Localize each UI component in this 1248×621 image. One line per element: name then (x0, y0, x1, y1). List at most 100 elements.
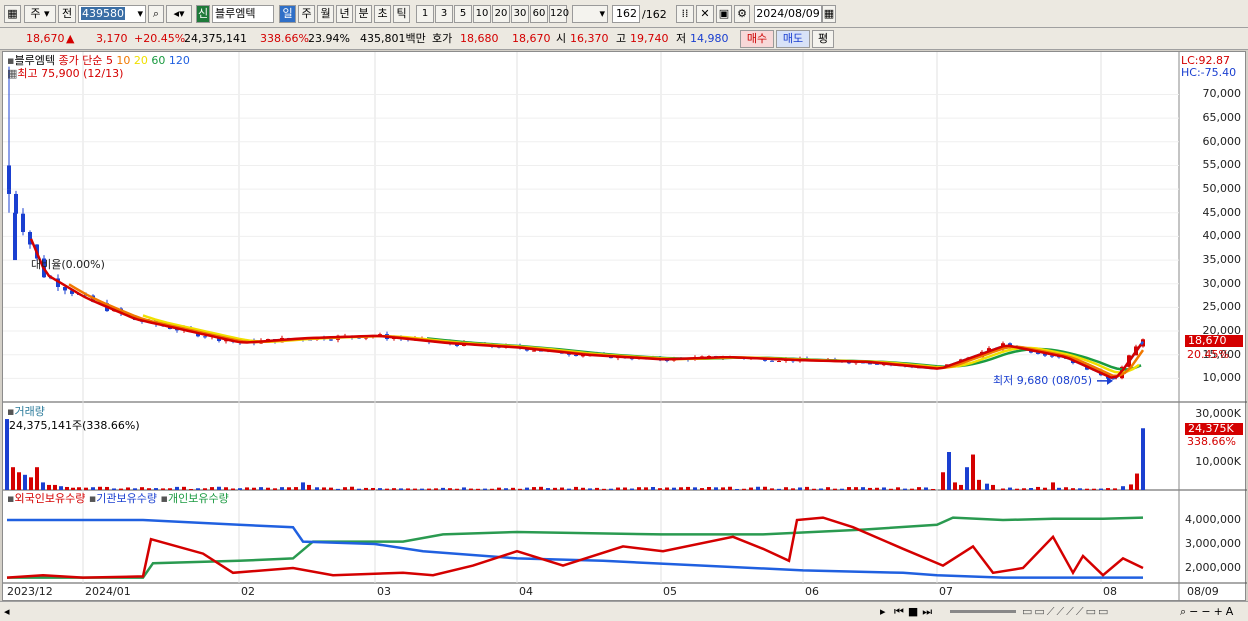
low-label: 저 (676, 32, 687, 45)
volume-bar (644, 487, 648, 490)
interval-button-30[interactable]: 30 (511, 5, 529, 23)
scroll-left-icon[interactable]: ◂ (4, 605, 10, 618)
calendar-icon[interactable]: ▦ (822, 5, 836, 23)
volume-bar (749, 487, 753, 490)
holdings-tick: 3,000,000 (1185, 537, 1241, 550)
volume-bar (623, 487, 627, 490)
volume-bar (700, 488, 704, 490)
grid-icon[interactable]: ⁞⁞ (676, 5, 694, 23)
interval-button-120[interactable]: 120 (549, 5, 569, 23)
period-tab-0[interactable]: 일 (279, 5, 296, 23)
holdings-legend: ▪외국인보유수량 ▪기관보유수량 ▪개인보유수량 (7, 492, 229, 505)
date-input[interactable]: 2024/08/09 (754, 5, 822, 23)
settings-icon[interactable]: ⚙ (734, 5, 750, 23)
speaker-icon[interactable]: ◂▾ (166, 5, 192, 23)
volume-bar (17, 472, 21, 490)
candle-body (532, 350, 536, 352)
volume-bar (595, 487, 599, 490)
prev-button[interactable]: 전 (58, 5, 76, 23)
scroll-right-icon[interactable]: ▸ (880, 605, 886, 618)
zoom-controls[interactable]: ⌕−−+A (1180, 605, 1236, 618)
hoga-label: 호가 (432, 32, 453, 45)
count-input[interactable]: 162 (612, 5, 640, 23)
volume-bar (210, 487, 214, 490)
volume-bar (840, 488, 844, 490)
period-tab-4[interactable]: 분 (355, 5, 372, 23)
scroll-bar[interactable]: ◂ ▸ ⏮■⏭ ▭▭⟋⟋⟋⟋▭▭ ⌕−−+A (0, 601, 1248, 621)
period-tab-3[interactable]: 년 (336, 5, 353, 23)
current-price: 18,670 (26, 32, 65, 45)
volume-bar (882, 487, 886, 490)
up-arrow-icon: ▲ (66, 32, 75, 45)
candle-body (777, 361, 781, 363)
buy-button[interactable]: 매수 (740, 30, 774, 48)
zoom-slider[interactable] (950, 610, 1016, 613)
interval-button-60[interactable]: 60 (530, 5, 548, 23)
volume-bar (959, 484, 963, 490)
crosshair-icon[interactable]: ✕ (696, 5, 714, 23)
volume-bar (985, 483, 989, 490)
period-tab-5[interactable]: 초 (374, 5, 391, 23)
volume-bar (819, 488, 823, 490)
interval-button-20[interactable]: 20 (492, 5, 510, 23)
volume-bar (112, 488, 116, 490)
stock-name-field[interactable]: 블루엠텍 (212, 5, 274, 23)
save-icon[interactable]: ▣ (716, 5, 732, 23)
hc-value: HC:-75.40 (1181, 66, 1237, 79)
volume-bar (903, 488, 907, 490)
volume-bar (875, 487, 879, 490)
sell-button[interactable]: 매도 (776, 30, 810, 48)
volume-bar (847, 487, 851, 490)
volume-bar (735, 488, 739, 490)
period-tab-2[interactable]: 월 (317, 5, 334, 23)
price-tick: 55,000 (1202, 158, 1242, 172)
code-value: 439580 (81, 7, 125, 20)
interval-button-3[interactable]: 3 (435, 5, 453, 23)
x-tick: 07 (939, 585, 953, 598)
volume-bar (35, 467, 39, 490)
chart-area[interactable]: ▪블루엠텍 종가 단순 5 10 20 60 120 ▦최고 75,900 (1… (2, 51, 1247, 602)
volume-bar (991, 484, 995, 490)
volume-bar (742, 488, 746, 490)
bid-price: 18,670 (512, 32, 551, 45)
period-tab-1[interactable]: 주 (298, 5, 315, 23)
turnover-rate: 23.94% (308, 32, 350, 45)
legend-stock-name: 블루엠텍 (14, 54, 55, 67)
volume-bar (941, 472, 945, 490)
price-tick: 65,000 (1202, 111, 1242, 125)
interval-button-10[interactable]: 10 (473, 5, 491, 23)
average-button[interactable]: 평 (812, 30, 834, 48)
volume-bar (609, 488, 613, 490)
x-tick: 2023/12 (7, 585, 53, 598)
volume-bar (59, 486, 63, 490)
playback-controls[interactable]: ⏮■⏭ (894, 605, 936, 618)
x-tick: 08/09 (1187, 585, 1219, 598)
market-label: 주 (30, 7, 41, 20)
ma-60-line (426, 337, 1142, 371)
volume-bar (965, 467, 969, 490)
ma-legend: 5 10 20 60 120 (106, 54, 190, 67)
holdings-tick: 2,000,000 (1185, 561, 1241, 574)
interval-custom-select[interactable]: ▾ (572, 5, 608, 23)
market-select[interactable]: 주 ▾ (24, 5, 56, 23)
period-tab-6[interactable]: 틱 (393, 5, 410, 23)
volume-bar (637, 487, 641, 490)
ma-legend-5: 5 (105, 54, 113, 67)
volume-bar (476, 488, 480, 490)
volume-bar (469, 488, 473, 490)
toolbar: ▦ 주 ▾ 전 439580 ▾ ⌕ ◂▾ 신 블루엠텍 일주월년분초틱 135… (0, 0, 1248, 28)
interval-button-5[interactable]: 5 (454, 5, 472, 23)
volume-bar (1036, 486, 1040, 490)
candle-body (13, 212, 17, 261)
volume-ratio: 338.66% (260, 32, 309, 45)
calendar-icon: ▦ (7, 67, 18, 80)
code-input[interactable]: 439580 ▾ (78, 5, 146, 23)
interval-button-1[interactable]: 1 (416, 5, 434, 23)
drawing-tools-icon[interactable]: ▭▭⟋⟋⟋⟋▭▭ (1022, 605, 1110, 618)
volume-bar (770, 488, 774, 490)
volume-bar (245, 487, 249, 490)
chart-menu-icon[interactable]: ▦ (4, 5, 21, 23)
code-dropdown-icon[interactable]: ▾ (136, 6, 145, 22)
search-icon[interactable]: ⌕ (148, 5, 164, 23)
volume-bar (11, 467, 15, 490)
